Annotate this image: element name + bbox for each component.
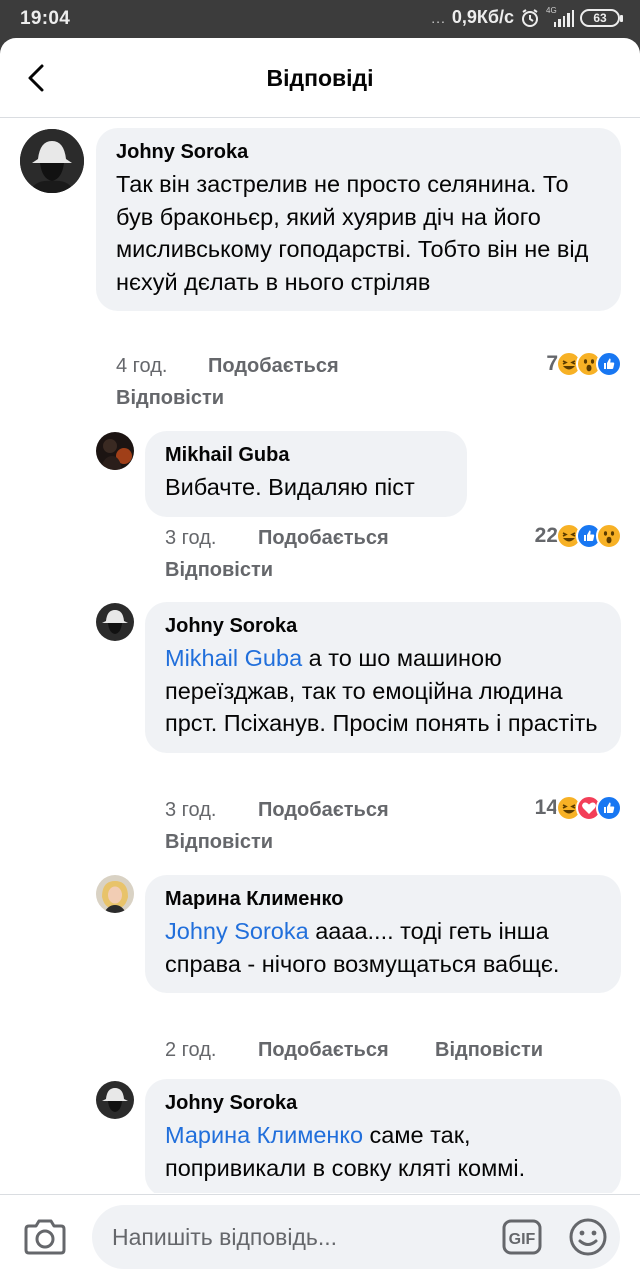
status-dots: ... [431, 9, 446, 26]
alarm-icon [522, 8, 538, 27]
network-speed: 0,9Кб/с [451, 7, 514, 27]
replies-sheet: Відповіді Johny Soroka Так він застрелив… [0, 38, 640, 1280]
comment-actions: 3 год. Подобається Відповісти 14 [165, 795, 626, 859]
reply-button[interactable]: Відповісти [165, 831, 273, 854]
comment-actions: 2 год. Подобається Відповісти [165, 1039, 626, 1069]
camera-icon [24, 1219, 66, 1255]
comment: Johny Soroka Mikhail Guba а то шо машино… [0, 591, 640, 863]
gif-button[interactable]: GIF [502, 1219, 542, 1255]
comment-time[interactable]: 3 год. [165, 799, 216, 822]
avatar-photo [96, 432, 134, 470]
comment-author[interactable]: Johny Soroka [165, 613, 601, 639]
reaction-summary[interactable]: 7 [546, 351, 622, 377]
avatar[interactable] [20, 129, 84, 193]
comment-mention[interactable]: Mikhail Guba [165, 645, 302, 671]
like-icon [596, 795, 622, 821]
comment-text: Вибачте. Видаляю піст [165, 471, 447, 504]
comment-author[interactable]: Johny Soroka [165, 1090, 601, 1116]
comment: Марина Клименко Johny Soroka аааа.... то… [0, 863, 640, 1069]
battery-icon: 63 [580, 8, 623, 27]
reaction-summary[interactable]: 14 [535, 795, 622, 821]
like-button[interactable]: Подобається [258, 1039, 389, 1062]
reply-button[interactable]: Відповісти [435, 1039, 543, 1062]
battery-level: 63 [593, 10, 607, 25]
page-title: Відповіді [266, 65, 374, 91]
reaction-summary[interactable]: 22 [535, 523, 622, 549]
comment-text: Johny Soroka аааа.... тоді геть інша спр… [165, 915, 601, 980]
comment: Mikhail Guba Вибачте. Видаляю піст 3 год… [0, 419, 640, 591]
reply-button[interactable]: Відповісти [165, 559, 273, 582]
comment-author[interactable]: Mikhail Guba [165, 442, 447, 468]
comment-author[interactable]: Марина Клименко [165, 886, 601, 912]
comment-time[interactable]: 3 год. [165, 527, 216, 550]
emoji-button[interactable] [568, 1217, 608, 1257]
comment-text: Так він застрелив не просто селянина. То… [116, 168, 601, 298]
avatar-photo [96, 875, 134, 913]
comment-time[interactable]: 2 год. [165, 1039, 216, 1062]
like-button[interactable]: Подобається [208, 355, 339, 378]
avatar-photo [96, 1081, 134, 1119]
comment-bubble: Johny Soroka Так він застрелив не просто… [96, 128, 621, 311]
like-icon [596, 351, 622, 377]
comment-text: Марина Клименко саме так, попривикали в … [165, 1119, 601, 1184]
network-type: 4G [546, 5, 557, 15]
signal-icon: 4G [546, 5, 575, 27]
avatar[interactable] [96, 603, 134, 641]
comment-body: Так він застрелив не просто селянина. То… [116, 171, 589, 295]
avatar-photo [20, 129, 84, 193]
reaction-count: 14 [534, 796, 558, 819]
avatar[interactable] [96, 432, 134, 470]
header: Відповіді [0, 38, 640, 118]
comment-bubble: Johny Soroka Mikhail Guba а то шо машино… [145, 602, 621, 753]
status-time: 19:04 [20, 8, 71, 29]
gif-label: GIF [509, 1231, 536, 1248]
comment-body: Вибачте. Видаляю піст [165, 474, 415, 500]
comment-author[interactable]: Johny Soroka [116, 139, 601, 165]
gif-icon: GIF [502, 1219, 542, 1255]
avatar[interactable] [96, 1081, 134, 1119]
comment-list[interactable]: Johny Soroka Так він застрелив не просто… [0, 119, 640, 1193]
comment-mention[interactable]: Johny Soroka [165, 918, 309, 944]
like-button[interactable]: Подобається [258, 799, 389, 822]
status-bar: 19:04 ... 0,9Кб/с 4G 63 [0, 0, 640, 38]
comment: Johny Soroka Марина Клименко саме так, п… [0, 1069, 640, 1193]
wow-icon [596, 523, 622, 549]
reaction-count: 22 [534, 524, 558, 547]
comment-text: Mikhail Guba а то шо машиною переїзджав,… [165, 642, 601, 740]
avatar[interactable] [96, 875, 134, 913]
comment-bubble: Mikhail Guba Вибачте. Видаляю піст [145, 431, 467, 517]
comment-mention[interactable]: Марина Клименко [165, 1122, 363, 1148]
avatar-photo [96, 603, 134, 641]
comment-bubble: Марина Клименко Johny Soroka аааа.... то… [145, 875, 621, 993]
comment-bubble: Johny Soroka Марина Клименко саме так, п… [145, 1079, 621, 1193]
like-button[interactable]: Подобається [258, 527, 389, 550]
reply-composer: GIF [0, 1194, 640, 1280]
camera-button[interactable] [22, 1217, 68, 1257]
comment: Johny Soroka Так він застрелив не просто… [0, 119, 640, 419]
comment-actions: 4 год. Подобається Відповісти 7 [116, 351, 626, 415]
smiley-icon [569, 1218, 607, 1256]
reply-button[interactable]: Відповісти [116, 387, 224, 410]
comment-actions: 3 год. Подобається Відповісти 22 [165, 523, 626, 587]
status-indicators: ... 0,9Кб/с 4G 63 [431, 5, 623, 28]
comment-time[interactable]: 4 год. [116, 355, 167, 378]
